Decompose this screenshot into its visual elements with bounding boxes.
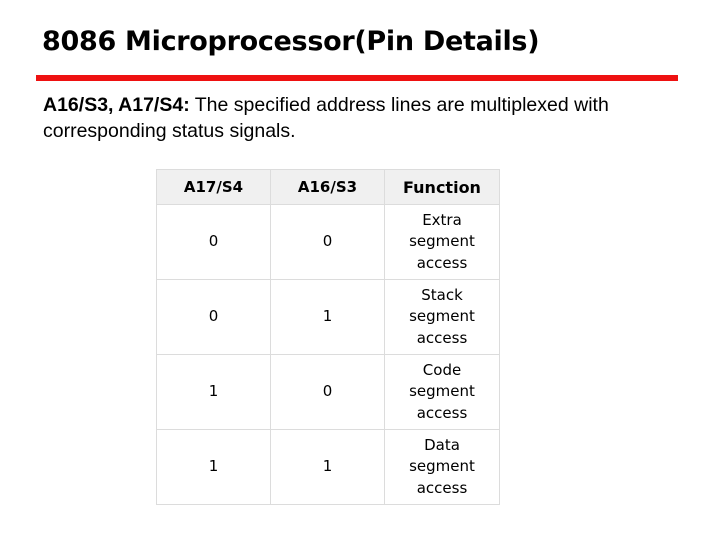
cell-function: Code segment access: [384, 354, 500, 430]
description: A16/S3, A17/S4: The specified address li…: [43, 92, 643, 144]
description-label: A16/S3, A17/S4:: [43, 94, 190, 116]
slide-title: 8086 Microprocessor(Pin Details): [42, 26, 540, 57]
header-a17-s4: A17/S4: [156, 169, 271, 205]
table-row: 1 0 Code segment access: [156, 354, 500, 430]
cell-a16-s3: 0: [270, 204, 385, 280]
title-underline: [36, 75, 678, 81]
cell-a16-s3: 1: [270, 429, 385, 505]
header-a16-s3: A16/S3: [270, 169, 385, 205]
header-function: Function: [384, 169, 500, 205]
cell-a16-s3: 0: [270, 354, 385, 430]
cell-function: Stack segment access: [384, 279, 500, 355]
pin-status-table: A17/S4 A16/S3 Function 0 0 Extra segment a…: [156, 169, 500, 505]
cell-a17-s4: 1: [156, 354, 271, 430]
cell-a17-s4: 1: [156, 429, 271, 505]
cell-a17-s4: 0: [156, 204, 271, 280]
table-row: 1 1 Data segment access: [156, 429, 500, 505]
cell-a16-s3: 1: [270, 279, 385, 355]
table-row: 0 1 Stack segment access: [156, 279, 500, 355]
table-header-row: A17/S4 A16/S3 Function: [156, 169, 500, 205]
cell-function: Extra segment access: [384, 204, 500, 280]
table-row: 0 0 Extra segment access: [156, 204, 500, 280]
cell-function: Data segment access: [384, 429, 500, 505]
cell-a17-s4: 0: [156, 279, 271, 355]
